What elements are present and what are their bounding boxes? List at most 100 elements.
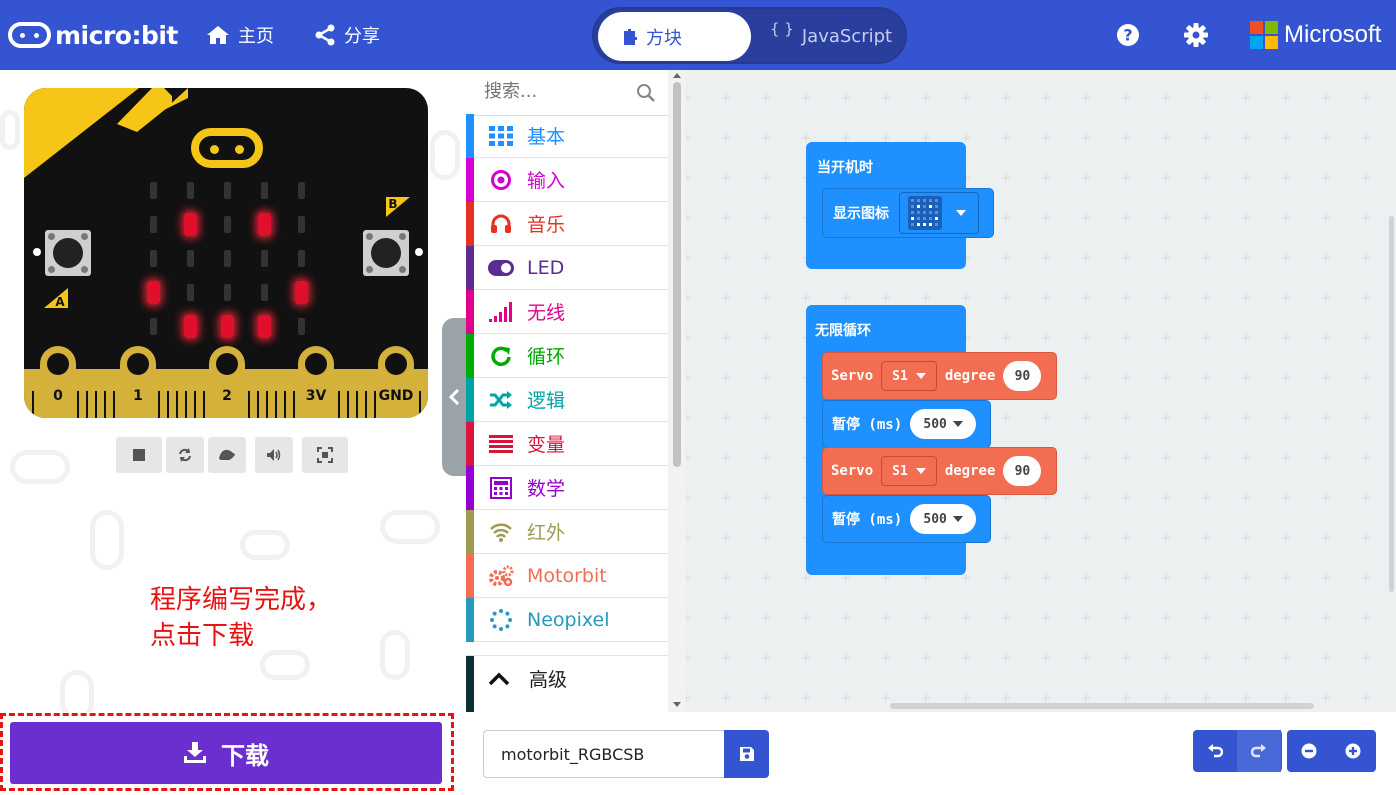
slowmo-button[interactable] [208, 437, 246, 473]
category-motorbit[interactable]: Motorbit [466, 554, 668, 598]
annotation-line-1: 程序编写完成， [150, 585, 333, 615]
pause-block[interactable]: 暂停 (ms) 500 [822, 495, 991, 543]
connector-tick [104, 391, 106, 418]
brand-text: micro:bit [55, 20, 178, 50]
save-button[interactable] [724, 730, 769, 778]
led-off [149, 181, 157, 199]
workspace-vertical-scrollbar[interactable] [1389, 216, 1394, 592]
pause-dropdown[interactable]: 500 [910, 504, 977, 534]
zoom-in-button[interactable] [1331, 730, 1375, 772]
scroll-up-icon [673, 73, 681, 78]
category-math[interactable]: 数学 [466, 466, 668, 510]
download-button[interactable]: 下载 [10, 722, 442, 784]
category-input[interactable]: 输入 [466, 158, 668, 202]
led-on [257, 212, 271, 236]
on-start-label: 当开机时 [817, 160, 873, 176]
show-icon-block[interactable]: 显示图标 [822, 188, 994, 238]
degree-input[interactable]: 90 [1003, 456, 1042, 486]
stop-button[interactable] [116, 437, 162, 473]
button-b[interactable] [363, 230, 409, 276]
share-button[interactable]: 分享 [314, 22, 380, 48]
tab-blocks[interactable]: 方块 [598, 12, 751, 61]
annotation-line-2: 点击下载 [150, 621, 255, 651]
category-loops[interactable]: 循环 [466, 334, 668, 378]
chevron-down-icon [952, 421, 963, 427]
microsoft-logo[interactable]: Microsoft [1250, 21, 1381, 49]
category-infrared[interactable]: 红外 [466, 510, 668, 554]
gear-icon[interactable] [1183, 22, 1209, 48]
microbit-board[interactable]: A B 0 1 2 3V GND [24, 88, 428, 418]
category-basic[interactable]: 基本 [466, 114, 668, 158]
button-a[interactable] [45, 230, 91, 276]
search-icon[interactable] [636, 83, 656, 103]
servo-channel-dropdown[interactable]: S1 [881, 456, 937, 486]
board-side-dot [33, 248, 41, 256]
connector-tick [275, 391, 277, 418]
mute-button[interactable] [255, 437, 293, 473]
workspace-horizontal-scrollbar[interactable] [890, 703, 1314, 709]
category-variables[interactable]: 变量 [466, 422, 668, 466]
pin-label-0: 0 [53, 388, 63, 404]
pause-dropdown[interactable]: 500 [910, 409, 977, 439]
background-decoration [260, 650, 310, 680]
block-toolbox: 基本 输入 音乐 LED 无线 [466, 70, 686, 712]
servo-channel-dropdown[interactable]: S1 [881, 361, 937, 391]
pause-block[interactable]: 暂停 (ms) 500 [822, 400, 991, 448]
collapse-simulator-button[interactable] [442, 318, 466, 476]
makecode-editor: micro:bit 主页 分享 方块 { } JavaScript ? Micr… [0, 0, 1396, 795]
led-off [260, 181, 268, 199]
background-decoration [0, 110, 20, 150]
pin-3v[interactable] [298, 346, 334, 418]
fullscreen-button[interactable] [302, 437, 348, 473]
category-label: 循环 [527, 346, 566, 368]
tab-javascript[interactable]: { } JavaScript [770, 12, 892, 61]
slowmo-icon [219, 449, 235, 460]
servo-block[interactable]: Servo S1 degree 90 [822, 447, 1057, 495]
servo-block[interactable]: Servo S1 degree 90 [822, 352, 1057, 400]
home-button[interactable]: 主页 [206, 22, 274, 48]
chevron-down-icon [956, 210, 966, 216]
lines-icon [488, 432, 514, 456]
led-off [149, 317, 157, 335]
search-input[interactable] [484, 81, 634, 102]
pin-1[interactable] [120, 346, 156, 418]
restart-button[interactable] [166, 437, 204, 473]
blocks-workspace[interactable]: 当开机时 显示图标 无限循环 Servo S1 degree 90 暂停 (ms… [686, 70, 1396, 712]
icon-dropdown[interactable] [899, 192, 979, 234]
servo-label: Servo [831, 463, 874, 479]
category-logic[interactable]: 逻辑 [466, 378, 668, 422]
servo-channel: S1 [892, 368, 908, 384]
calculator-icon [488, 476, 514, 500]
toolbox-scrollbar[interactable] [668, 70, 686, 712]
button-b-text: B [388, 197, 397, 211]
pin-label-gnd: GND [378, 388, 414, 404]
category-radio[interactable]: 无线 [466, 290, 668, 334]
dots-circle-icon [488, 608, 514, 632]
led-on [183, 212, 197, 236]
microbit-logo[interactable]: micro:bit [8, 19, 178, 51]
connector-tick [167, 391, 169, 418]
zoom-out-button[interactable] [1287, 730, 1331, 772]
share-label: 分享 [344, 26, 380, 47]
category-led[interactable]: LED [466, 246, 668, 290]
help-icon[interactable]: ? [1116, 23, 1140, 47]
category-music[interactable]: 音乐 [466, 202, 668, 246]
pin-0[interactable] [40, 346, 76, 418]
redo-button[interactable] [1237, 730, 1281, 772]
scrollbar-thumb[interactable] [673, 82, 681, 467]
background-decoration [240, 530, 290, 560]
pin-label-1: 1 [133, 388, 143, 404]
category-neopixel[interactable]: Neopixel [466, 598, 668, 642]
pin-2[interactable] [209, 346, 245, 418]
pin-gnd[interactable] [378, 346, 414, 418]
degree-input[interactable]: 90 [1003, 361, 1042, 391]
redo-icon [1251, 744, 1266, 758]
undo-button[interactable] [1193, 730, 1237, 772]
connector-tick [77, 391, 79, 418]
tab-javascript-label: JavaScript [801, 26, 893, 47]
category-advanced[interactable]: 高级 [466, 655, 668, 712]
connector-tick [185, 391, 187, 418]
led-off [186, 249, 194, 267]
headphones-icon [488, 212, 514, 236]
project-name-input[interactable] [483, 730, 725, 778]
